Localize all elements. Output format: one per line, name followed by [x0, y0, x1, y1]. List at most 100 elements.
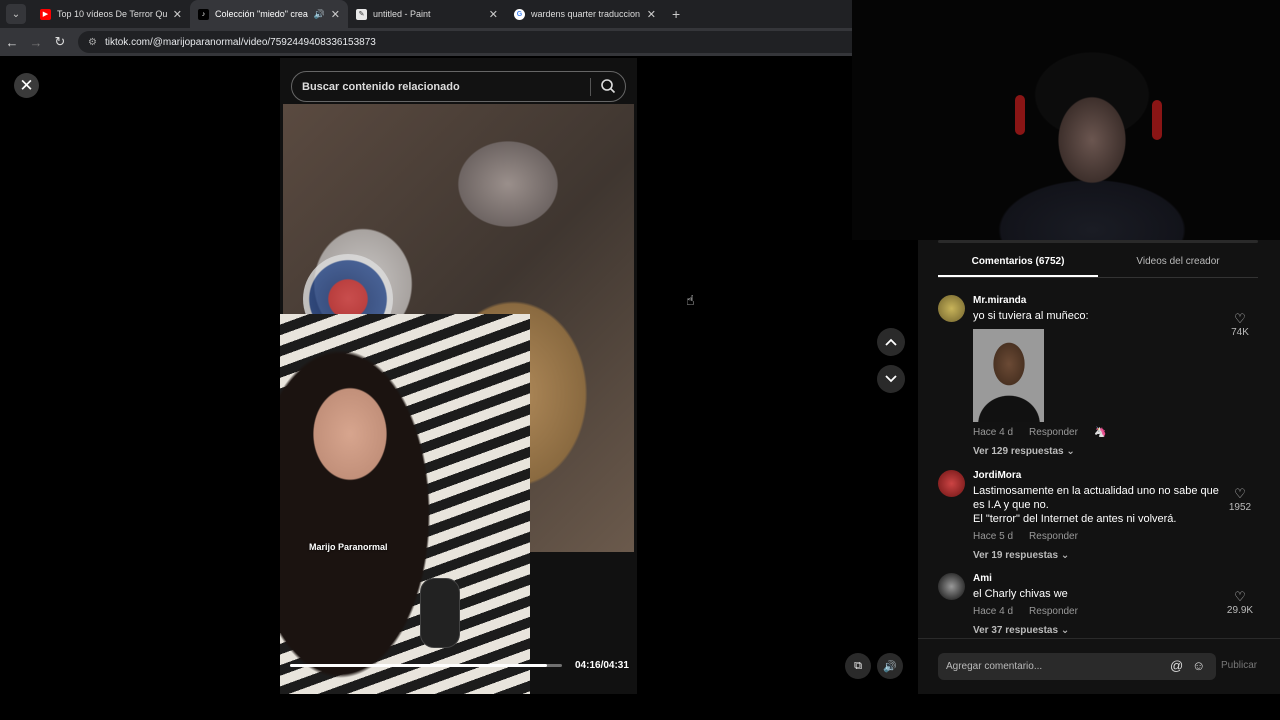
tab-google[interactable]: G wardens quarter traduccion - B ✕: [506, 0, 664, 28]
close-tab-icon[interactable]: ✕: [647, 8, 656, 21]
tab-youtube[interactable]: ▶ Top 10 vídeos De Terror Que No ✕: [32, 0, 190, 28]
tab-title: wardens quarter traduccion - B: [531, 9, 641, 19]
url-text: tiktok.com/@marijoparanormal/video/75924…: [104, 36, 376, 48]
reply-button[interactable]: Responder: [1029, 606, 1078, 617]
video-player[interactable]: Buscar contenido relacionado Marijo Para…: [280, 58, 637, 694]
comment-username[interactable]: Mr.miranda: [973, 295, 1228, 306]
reload-icon[interactable]: ↻: [48, 34, 72, 50]
new-tab-icon[interactable]: +: [672, 6, 680, 22]
video-frame-presenter: [280, 314, 530, 694]
search-input[interactable]: Buscar contenido relacionado: [291, 71, 626, 102]
comment-input[interactable]: Agregar comentario... @ ☺: [938, 653, 1216, 680]
search-icon[interactable]: [600, 78, 616, 94]
tab-title: Colección "miedo" creada p: [215, 9, 308, 19]
publish-button[interactable]: Publicar: [1221, 660, 1257, 671]
comment-item: Mr.miranda yo si tuviera al muñeco: Hace…: [938, 295, 1260, 460]
video-time: 04:16/04:31: [575, 660, 629, 671]
pip-icon: ⧉: [854, 659, 862, 672]
comment-text: el Charly chivas we: [973, 588, 1068, 600]
comment-time: Hace 4 d: [973, 427, 1014, 438]
like-button[interactable]: ♡ 1952: [1220, 486, 1260, 513]
screen: ⌄ ▶ Top 10 vídeos De Terror Que No ✕ ♪ C…: [0, 0, 1280, 720]
back-icon[interactable]: ←: [0, 35, 24, 50]
address-bar: ← → ↻ ⚙ tiktok.com/@marijoparanormal/vid…: [0, 28, 852, 56]
floating-player-button[interactable]: ⧉: [845, 653, 871, 679]
speaker-icon[interactable]: 🔊: [314, 9, 325, 20]
tab-bar: ⌄ ▶ Top 10 vídeos De Terror Que No ✕ ♪ C…: [0, 0, 852, 28]
headphone-right: [1152, 100, 1162, 140]
panel-tabs: Comentarios (6752) Videos del creador: [938, 256, 1258, 278]
tiktok-icon: ♪: [198, 8, 209, 20]
comment-item: JordiMora Lastimosamente en la actualida…: [938, 470, 1260, 561]
tab-creator-videos[interactable]: Videos del creador: [1098, 256, 1258, 277]
site-info-icon[interactable]: ⚙: [88, 37, 97, 48]
video-progress-bar[interactable]: [290, 664, 562, 667]
comment-placeholder: Agregar comentario...: [946, 661, 1043, 672]
tab-paint[interactable]: ✎ untitled - Paint ✕: [348, 0, 506, 28]
avatar[interactable]: [938, 295, 965, 322]
close-tab-icon[interactable]: ✕: [173, 8, 182, 21]
comment-item: Ami el Charly chivas we Hace 4 d Respond…: [938, 573, 1260, 637]
view-replies-label: Ver 129 respuestas: [973, 446, 1064, 457]
mouse-cursor-icon: ☝: [686, 292, 695, 308]
view-replies-label: Ver 19 respuestas: [973, 550, 1059, 561]
tab-title: untitled - Paint: [373, 9, 431, 19]
reply-button[interactable]: Responder: [1029, 427, 1078, 438]
close-tab-icon[interactable]: ✕: [489, 8, 498, 21]
comment-text: yo si tuviera al muñeco:: [973, 310, 1089, 322]
headphone-left: [1015, 95, 1025, 135]
next-video-button[interactable]: [877, 365, 905, 393]
bottom-bar: [0, 694, 1280, 720]
like-count: 1952: [1228, 502, 1252, 513]
like-button[interactable]: ♡ 29.9K: [1220, 589, 1260, 616]
volume-icon: 🔊: [883, 660, 897, 673]
tiktok-page: ✕ Buscar contenido relacionado Marijo Pa…: [0, 56, 918, 694]
chevron-down-icon: [885, 375, 897, 383]
comment-text: Lastimosamente en la actualidad uno no s…: [973, 485, 1219, 525]
like-button[interactable]: ♡ 74K: [1220, 311, 1260, 338]
video-watermark: Marijo Paranormal: [309, 542, 388, 552]
webcam-overlay: [852, 0, 1280, 240]
paint-icon: ✎: [356, 8, 367, 20]
view-replies-button[interactable]: Ver 37 respuestas ⌄: [973, 625, 1228, 636]
volume-button[interactable]: 🔊: [877, 653, 903, 679]
view-replies-button[interactable]: Ver 19 respuestas ⌄: [973, 550, 1228, 561]
close-tab-icon[interactable]: ✕: [331, 8, 340, 21]
mention-icon[interactable]: @: [1170, 658, 1183, 673]
comments-panel: Comentarios (6752) Videos del creador Mr…: [918, 240, 1280, 694]
like-count: 74K: [1231, 327, 1249, 338]
youtube-icon: ▶: [40, 8, 51, 20]
close-icon[interactable]: ✕: [14, 73, 39, 98]
panel-scrollbar[interactable]: [938, 240, 1258, 243]
heart-icon: ♡: [1234, 311, 1246, 326]
url-field[interactable]: ⚙ tiktok.com/@marijoparanormal/video/759…: [78, 31, 852, 53]
search-placeholder: Buscar contenido relacionado: [302, 80, 460, 93]
view-replies-label: Ver 37 respuestas: [973, 625, 1059, 636]
reply-button[interactable]: Responder: [1029, 531, 1078, 542]
comment-image[interactable]: [973, 329, 1044, 422]
tab-tiktok[interactable]: ♪ Colección "miedo" creada p 🔊 ✕: [190, 0, 348, 28]
tab-search-icon[interactable]: ⌄: [6, 4, 26, 24]
heart-icon: ♡: [1234, 486, 1246, 501]
view-replies-button[interactable]: Ver 129 respuestas ⌄: [973, 446, 1228, 457]
tab-comments[interactable]: Comentarios (6752): [938, 256, 1098, 277]
comment-username[interactable]: JordiMora: [973, 470, 1228, 481]
heart-icon: ♡: [1234, 589, 1246, 604]
chevron-up-icon: [885, 338, 897, 346]
forward-icon[interactable]: →: [24, 35, 48, 50]
like-count: 29.9K: [1226, 605, 1254, 616]
previous-video-button[interactable]: [877, 328, 905, 356]
avatar[interactable]: [938, 573, 965, 600]
video-progress-fill: [290, 664, 548, 667]
tab-title: Top 10 vídeos De Terror Que No: [57, 9, 167, 19]
comment-time: Hace 5 d: [973, 531, 1014, 542]
google-icon: G: [514, 8, 525, 20]
reaction-icon: 🦄: [1093, 427, 1107, 438]
comment-time: Hace 4 d: [973, 606, 1014, 617]
emoji-icon[interactable]: ☺: [1192, 658, 1205, 673]
microphone-graphic: [420, 578, 460, 648]
search-divider: [590, 78, 591, 96]
avatar[interactable]: [938, 470, 965, 497]
comment-username[interactable]: Ami: [973, 573, 1228, 584]
comment-composer: Agregar comentario... @ ☺ Publicar: [918, 638, 1280, 694]
